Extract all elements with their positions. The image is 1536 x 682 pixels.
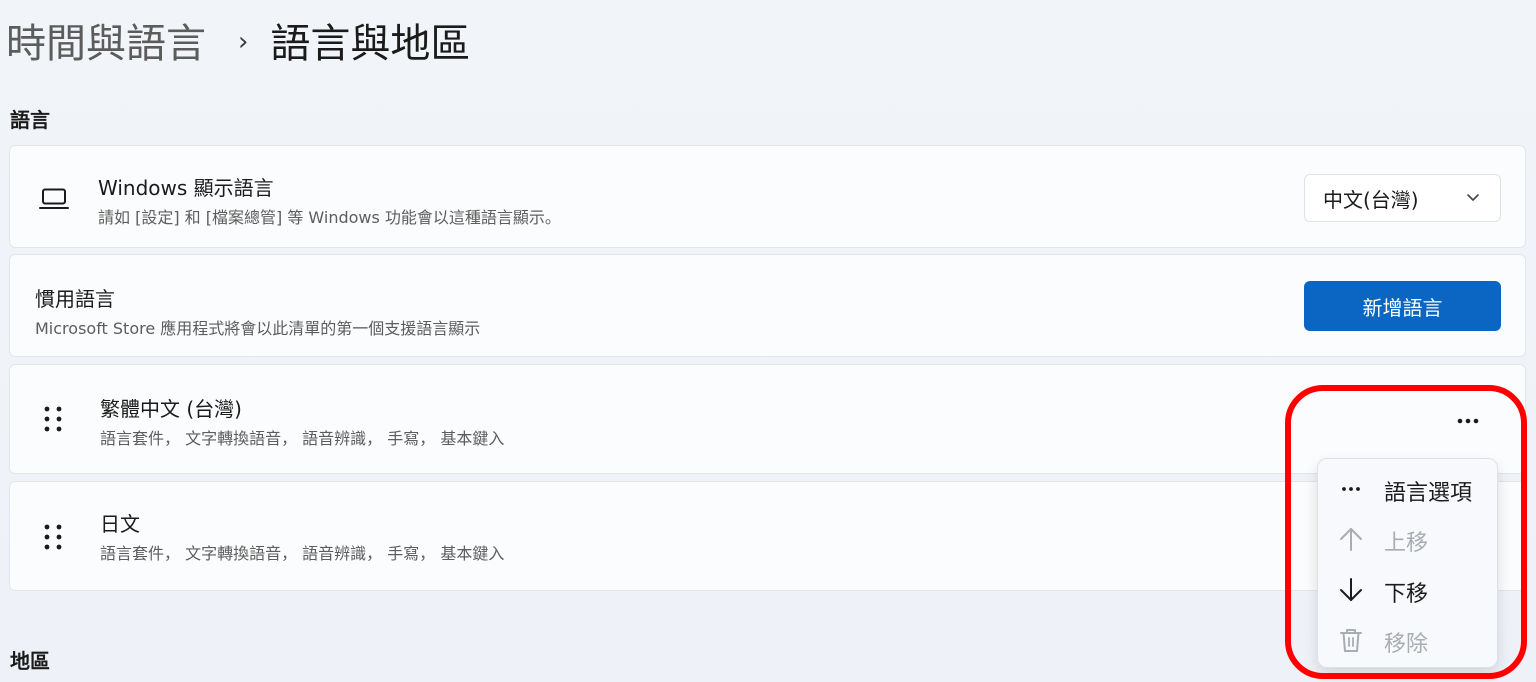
menu-item-language-options[interactable]: 語言選項 [1318, 464, 1497, 512]
chevron-down-icon [1467, 194, 1479, 201]
menu-item-move-down[interactable]: 下移 [1318, 565, 1497, 613]
display-language-value: 中文(台灣) [1323, 187, 1419, 212]
breadcrumb-parent[interactable]: 時間與語言 [6, 14, 206, 74]
section-label-language: 語言 [10, 108, 50, 132]
language-list-item[interactable]: 日文 語言套件， 文字轉換語音， 語音辨識， 手寫， 基本鍵入 [9, 481, 1526, 591]
display-language-description: 請如 [設定] 和 [檔案總管] 等 Windows 功能會以這種語言顯示。 [98, 208, 561, 227]
menu-item-label: 上移 [1384, 531, 1429, 556]
language-context-menu: 語言選項 上移 下移 移除 [1317, 458, 1498, 668]
drag-handle-icon[interactable] [43, 405, 63, 433]
language-list-item[interactable]: 繁體中文 (台灣) 語言套件， 文字轉換語音， 語音辨識， 手寫， 基本鍵入 [9, 364, 1526, 474]
breadcrumb: 時間與語言 › 語言與地區 [6, 14, 470, 74]
menu-item-remove: 移除 [1318, 615, 1497, 663]
language-name: 繁體中文 (台灣) [100, 397, 242, 421]
menu-item-move-up: 上移 [1318, 514, 1497, 562]
arrow-up-icon [1340, 528, 1362, 551]
section-label-region: 地區 [10, 649, 50, 673]
language-name: 日文 [100, 512, 140, 536]
breadcrumb-separator: › [238, 27, 249, 57]
display-language-dropdown[interactable]: 中文(台灣) [1304, 174, 1501, 222]
preferred-languages-card: 慣用語言 Microsoft Store 應用程式將會以此清單的第一個支援語言顯… [9, 254, 1526, 357]
page-title: 語言與地區 [270, 21, 471, 67]
display-language-title: Windows 顯示語言 [98, 176, 274, 200]
preferred-languages-title: 慣用語言 [35, 287, 115, 311]
arrow-down-icon [1340, 578, 1362, 601]
more-options-icon[interactable] [1456, 416, 1480, 426]
menu-item-label: 移除 [1384, 632, 1429, 657]
trash-icon [1340, 629, 1362, 652]
menu-item-label: 語言選項 [1384, 481, 1473, 506]
display-language-card: Windows 顯示語言 請如 [設定] 和 [檔案總管] 等 Windows … [9, 145, 1526, 248]
laptop-icon [39, 188, 69, 209]
settings-page: 時間與語言 › 語言與地區 語言 Windows 顯示語言 請如 [設定] 和 … [0, 0, 1536, 682]
menu-item-label: 下移 [1384, 582, 1429, 607]
more-horizontal-icon [1342, 487, 1360, 491]
language-features: 語言套件， 文字轉換語音， 語音辨識， 手寫， 基本鍵入 [100, 429, 505, 448]
drag-handle-icon[interactable] [43, 523, 63, 551]
add-language-button[interactable]: 新增語言 [1304, 281, 1501, 331]
preferred-languages-description: Microsoft Store 應用程式將會以此清單的第一個支援語言顯示 [35, 319, 481, 338]
language-features: 語言套件， 文字轉換語音， 語音辨識， 手寫， 基本鍵入 [100, 544, 505, 563]
